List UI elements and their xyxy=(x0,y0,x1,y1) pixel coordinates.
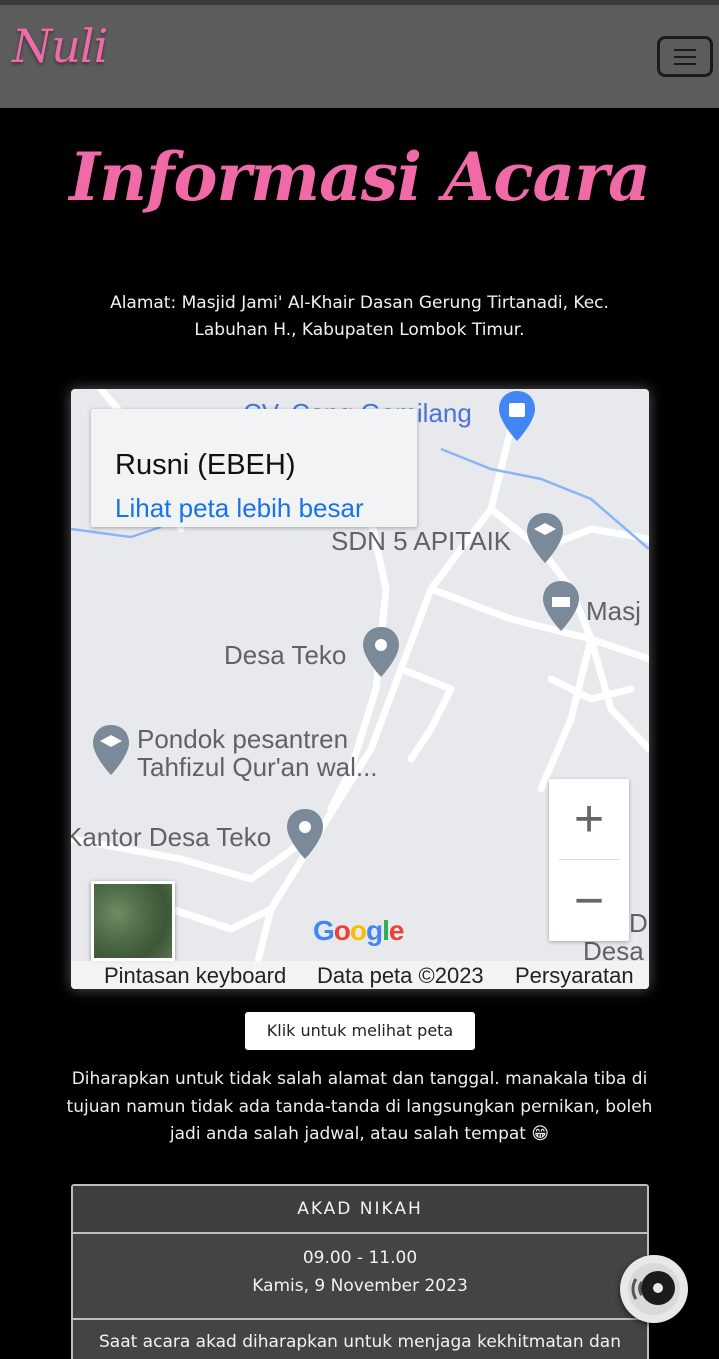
map-label-masjid[interactable]: Masj xyxy=(586,597,641,625)
map-label-sdn[interactable]: SDN 5 APITAIK xyxy=(331,527,511,555)
section-title: Informasi Acara xyxy=(69,138,651,216)
event-date: Kamis, 9 November 2023 xyxy=(252,1276,468,1296)
school-pin-icon[interactable] xyxy=(91,723,131,777)
akad-nikah-card: AKAD NIKAH 09.00 - 11.00 Kamis, 9 Novemb… xyxy=(71,1184,649,1359)
map-label-edge-d: D xyxy=(629,908,648,938)
place-pin-icon[interactable] xyxy=(361,625,401,679)
card-divider xyxy=(73,1318,647,1320)
place-name: Rusni (EBEH) xyxy=(115,449,296,481)
place-pin-icon[interactable] xyxy=(285,807,325,861)
hamburger-icon xyxy=(674,49,696,51)
hamburger-icon-line xyxy=(674,56,696,58)
hamburger-icon-line xyxy=(674,63,696,65)
shopping-bag-pin-icon[interactable] xyxy=(497,389,537,443)
map-data-attribution[interactable]: Data peta ©2023 xyxy=(317,963,484,989)
music-toggle-button[interactable] xyxy=(620,1255,688,1323)
place-info-card: Rusni (EBEH) Lihat peta lebih besar xyxy=(91,409,417,527)
navbar: Nuli xyxy=(0,5,719,108)
map-label-pondok-line1[interactable]: Pondok pesantren xyxy=(137,725,348,753)
zoom-in-button[interactable]: + xyxy=(549,779,629,859)
larger-map-link[interactable]: Lihat peta lebih besar xyxy=(115,493,364,524)
keyboard-shortcuts-link[interactable]: Pintasan keyboard xyxy=(104,963,286,989)
terms-link[interactable]: Persyaratan xyxy=(515,963,634,989)
zoom-control: + − xyxy=(549,779,629,941)
google-logo: Google xyxy=(313,915,404,946)
mosque-pin-icon[interactable] xyxy=(541,579,581,633)
address-note: Diharapkan untuk tidak salah alamat dan … xyxy=(66,1069,653,1144)
view-map-button[interactable]: Klik untuk melihat peta xyxy=(245,1012,475,1050)
map-label-kantor[interactable]: Kantor Desa Teko xyxy=(71,823,271,851)
event-description: Saat acara akad diharapkan untuk menjaga… xyxy=(98,1332,622,1352)
menu-toggle-button[interactable] xyxy=(657,36,713,77)
vinyl-disc-icon xyxy=(628,1263,680,1315)
satellite-view-toggle[interactable] xyxy=(91,881,175,961)
map-label-pondok-line2[interactable]: Tahfizul Qur'an wal... xyxy=(137,753,378,781)
zoom-out-button[interactable]: − xyxy=(549,861,629,941)
brand-logo[interactable]: Nuli xyxy=(12,19,108,73)
zoom-divider xyxy=(559,859,619,860)
event-address: Alamat: Masjid Jami' Al-Khair Dasan Geru… xyxy=(110,293,609,340)
event-time: 09.00 - 11.00 xyxy=(302,1248,418,1268)
map-label-desa-teko[interactable]: Desa Teko xyxy=(224,641,346,669)
card-divider xyxy=(73,1232,647,1234)
embedded-map[interactable]: CV. Cang Gemilang Rusni (EBEH) Lihat pet… xyxy=(71,389,649,989)
map-footer: Pintasan keyboard Data peta ©2023 Persya… xyxy=(71,961,649,989)
school-pin-icon[interactable] xyxy=(525,511,565,565)
card-heading: AKAD NIKAH xyxy=(73,1186,647,1232)
